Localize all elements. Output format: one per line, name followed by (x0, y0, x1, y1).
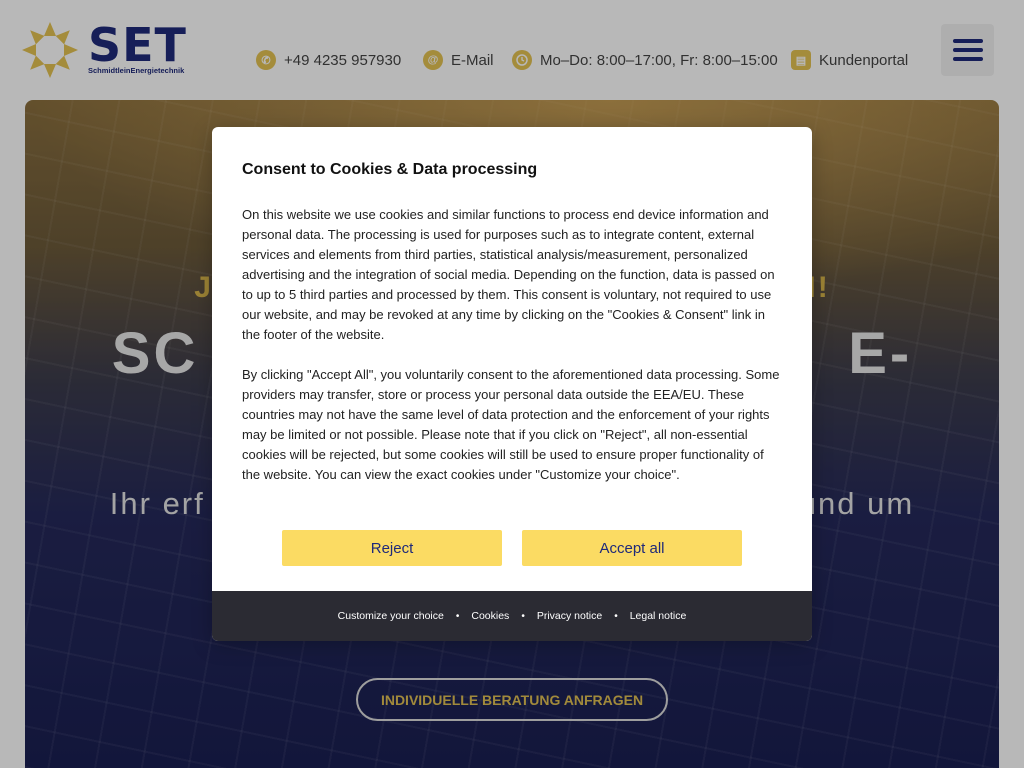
cookies-link[interactable]: Cookies (471, 610, 509, 622)
separator: • (614, 610, 618, 622)
customize-choice-link[interactable]: Customize your choice (338, 610, 444, 622)
reject-button[interactable]: Reject (282, 530, 502, 566)
privacy-notice-link[interactable]: Privacy notice (537, 610, 602, 622)
consent-title: Consent to Cookies & Data processing (242, 161, 538, 178)
separator: • (455, 610, 460, 622)
accept-all-button[interactable]: Accept all (522, 530, 742, 566)
consent-paragraph-2: By clicking "Accept All", you voluntaril… (242, 367, 780, 482)
consent-body: On this website we use cookies and simil… (242, 205, 782, 485)
separator: • (521, 610, 525, 622)
cookie-consent-dialog: Consent to Cookies & Data processing On … (212, 127, 812, 641)
consent-footer: Customize your choice • Cookies • Privac… (212, 591, 812, 641)
consent-paragraph-1: On this website we use cookies and simil… (242, 207, 775, 342)
legal-notice-link[interactable]: Legal notice (630, 610, 687, 622)
